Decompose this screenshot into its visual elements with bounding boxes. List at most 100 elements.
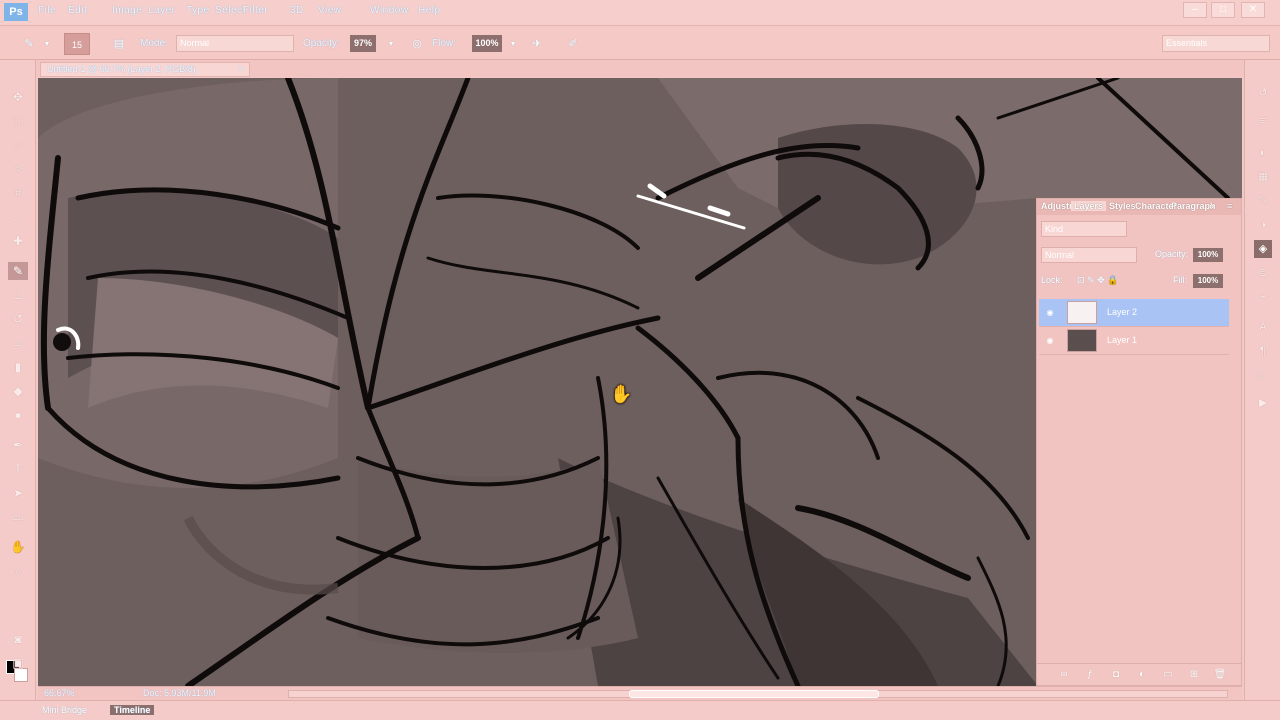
layer-name[interactable]: Layer 1 [1107, 335, 1137, 345]
airbrush-icon[interactable]: ✈ [530, 37, 544, 51]
new-group-icon[interactable]: ▭ [1161, 668, 1175, 682]
visibility-eye-icon[interactable]: ◉ [1045, 336, 1055, 346]
tab-styles[interactable]: Styles [1109, 201, 1136, 211]
scrollbar-thumb[interactable] [629, 690, 879, 698]
menu-3d[interactable]: 3D [290, 5, 304, 16]
menu-view[interactable]: View [318, 5, 342, 16]
menu-image[interactable]: Image [112, 5, 142, 16]
zoom-tool-icon[interactable]: ⌕ [8, 562, 28, 580]
marquee-tool-icon[interactable]: ⬚ [8, 112, 28, 130]
close-button[interactable]: ✕ [1241, 2, 1265, 18]
flow-dropdown-icon[interactable]: ▾ [506, 37, 520, 51]
adjustment-layer-icon[interactable]: ◐ [1135, 668, 1149, 682]
history-brush-tool-icon[interactable]: ↺ [8, 310, 28, 328]
blur-tool-icon[interactable]: ◆ [8, 382, 28, 400]
eraser-tool-icon[interactable]: ▱ [8, 334, 28, 352]
flow-field[interactable]: 100% [472, 35, 502, 52]
layer-row-layer-2[interactable]: ◉ Layer 2 [1039, 299, 1229, 327]
layer-thumbnail [1067, 301, 1097, 324]
menu-help[interactable]: Help [418, 5, 441, 16]
menu-select[interactable]: Select [215, 5, 246, 16]
type-tool-icon[interactable]: T [8, 460, 28, 478]
layers-panel-icon[interactable]: ◈ [1254, 240, 1272, 258]
color-panel-icon[interactable]: ◐ [1254, 144, 1272, 162]
chevron-down-icon[interactable]: ▾ [40, 37, 54, 51]
delete-layer-icon[interactable]: 🗑 [1213, 668, 1227, 682]
pressure-size-icon[interactable]: ✐ [566, 37, 580, 51]
visibility-eye-icon[interactable]: ◉ [1045, 308, 1055, 318]
horizontal-scrollbar[interactable] [288, 690, 1228, 698]
menu-window[interactable]: Window [370, 5, 409, 16]
layer-style-icon[interactable]: ƒ [1083, 668, 1097, 682]
dodge-tool-icon[interactable]: ● [8, 406, 28, 424]
new-layer-icon[interactable]: ⊞ [1187, 668, 1201, 682]
document-info[interactable]: Doc: 5.93M/11.9M [143, 688, 273, 698]
hand-tool-icon[interactable]: ✋ [8, 538, 28, 556]
maximize-button[interactable]: □ [1211, 2, 1235, 18]
tool-presets-icon[interactable]: ▷ [1254, 366, 1272, 384]
paths-panel-icon[interactable]: ⌁ [1254, 288, 1272, 306]
gradient-tool-icon[interactable]: ▮ [8, 358, 28, 376]
document-tab[interactable]: Untitled-1 @ 66.7% (Layer 2, RGB/8) × [40, 62, 250, 77]
link-layers-icon[interactable]: ∞ [1057, 668, 1071, 682]
panel-tab-bar: Adjustments Layers Styles Character Para… [1037, 199, 1241, 215]
screen-mode-icon[interactable]: ▣ [8, 654, 28, 672]
healing-brush-tool-icon[interactable]: ✚ [8, 232, 28, 250]
brush-panel-icon[interactable]: ✎ [1254, 192, 1272, 210]
path-select-tool-icon[interactable]: ➤ [8, 484, 28, 502]
menu-filter[interactable]: Filter [243, 5, 268, 16]
menu-file[interactable]: File [38, 5, 56, 16]
adjustments-panel-icon[interactable]: ◑ [1254, 216, 1272, 234]
layer-fill-field[interactable]: 100% [1193, 274, 1223, 288]
eyedropper-tool-icon[interactable]: ⁄ [8, 208, 28, 226]
bottom-panel-bar: Mini Bridge Timeline [0, 700, 1280, 720]
tools-panel: ✥ ⬚ ◌ ✧ ⌗ ⁄ ✚ ✎ ⊥ ↺ ▱ ▮ ◆ ● ✒ T ➤ ▭ ✋ ⌕ … [0, 60, 36, 700]
history-panel-icon[interactable]: ↺ [1254, 84, 1272, 102]
tab-layers[interactable]: Layers [1071, 201, 1107, 211]
tab-timeline[interactable]: Timeline [110, 705, 155, 715]
brush-size-picker[interactable]: 15 [64, 33, 90, 55]
document-tab-title: Untitled-1 @ 66.7% (Layer 2, RGB/8) [47, 64, 196, 74]
pressure-opacity-icon[interactable]: ◎ [410, 37, 424, 51]
layer-name[interactable]: Layer 2 [1107, 307, 1137, 317]
zoom-level[interactable]: 66.67% [44, 688, 75, 698]
brush-panel-icon[interactable]: ▤ [112, 37, 126, 51]
panel-expand-icon[interactable]: » [1209, 201, 1214, 211]
mode-select[interactable]: Normal [176, 35, 294, 52]
panel-dock-strip: ↺ ≡ ◐ ▦ ✎ ◑ ◈ ⊜ ⌁ A ¶ ▷ ▶ [1244, 60, 1280, 700]
menu-layer[interactable]: Layer [148, 5, 176, 16]
actions-panel-icon[interactable]: ▶ [1254, 394, 1272, 412]
tab-mini-bridge[interactable]: Mini Bridge [42, 705, 87, 715]
brush-tool-preset-icon[interactable]: ✎ [22, 37, 36, 51]
shape-tool-icon[interactable]: ▭ [8, 508, 28, 526]
minimize-button[interactable]: – [1183, 2, 1207, 18]
layer-opacity-field[interactable]: 100% [1193, 248, 1223, 262]
clone-stamp-tool-icon[interactable]: ⊥ [8, 286, 28, 304]
hand-cursor-icon: ✋ [610, 384, 633, 404]
workspace-switcher[interactable]: Essentials [1162, 35, 1270, 52]
opacity-dropdown-icon[interactable]: ▾ [384, 37, 398, 51]
brush-tool-icon[interactable]: ✎ [8, 262, 28, 280]
paragraph-panel-icon[interactable]: ¶ [1254, 342, 1272, 360]
menu-type[interactable]: Type [186, 5, 210, 16]
tab-close-icon[interactable]: × [238, 63, 243, 76]
menu-edit[interactable]: Edit [68, 5, 87, 16]
layer-filter-select[interactable]: Kind [1041, 221, 1127, 237]
character-panel-icon[interactable]: A [1254, 318, 1272, 336]
quick-mask-icon[interactable]: ◙ [8, 630, 28, 648]
pen-tool-icon[interactable]: ✒ [8, 436, 28, 454]
opacity-label: Opacity: [303, 38, 340, 49]
opacity-field[interactable]: 97% [350, 35, 376, 52]
blend-mode-select[interactable]: Normal [1041, 247, 1137, 263]
lock-pixels-icon[interactable]: ⊡ ✎ ✥ 🔒 [1077, 275, 1118, 286]
crop-tool-icon[interactable]: ⌗ [8, 184, 28, 202]
properties-panel-icon[interactable]: ≡ [1254, 112, 1272, 130]
layer-row-layer-1[interactable]: ◉ Layer 1 [1039, 327, 1229, 355]
panel-menu-icon[interactable]: ≡ [1227, 201, 1232, 211]
quick-select-tool-icon[interactable]: ✧ [8, 160, 28, 178]
lasso-tool-icon[interactable]: ◌ [8, 136, 28, 154]
swatches-panel-icon[interactable]: ▦ [1254, 168, 1272, 186]
add-mask-icon[interactable]: ◘ [1109, 668, 1123, 682]
move-tool-icon[interactable]: ✥ [8, 88, 28, 106]
channels-panel-icon[interactable]: ⊜ [1254, 264, 1272, 282]
